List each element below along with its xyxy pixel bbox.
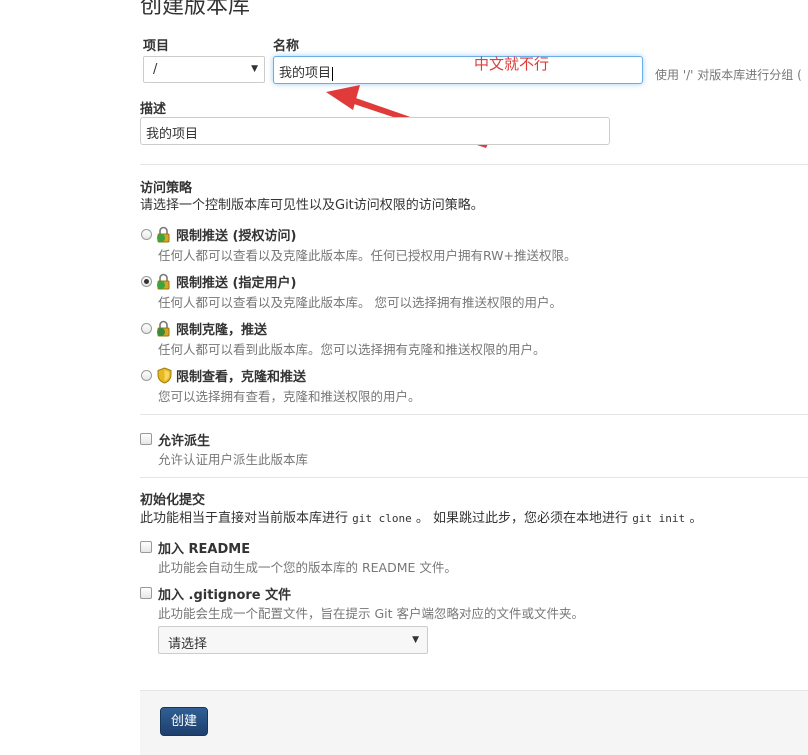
- git-init-code: git init: [632, 512, 686, 525]
- project-label: 项目: [143, 39, 170, 54]
- init-desc-text: 。: [689, 511, 703, 526]
- annotation-text: 中文就不行: [474, 55, 550, 73]
- allow-fork-checkbox[interactable]: [140, 433, 152, 445]
- access-option-title: 限制推送 (指定用户): [176, 276, 297, 291]
- init-desc-text: 。 如果跳过此步，您必须在本地进行: [415, 511, 629, 526]
- allow-fork-title: 允许派生: [158, 434, 211, 449]
- access-option-desc: 您可以选择拥有查看，克隆和推送权限的用户。: [158, 389, 421, 404]
- gitignore-select[interactable]: 请选择 ▼: [158, 626, 428, 654]
- shield-icon: [157, 367, 172, 384]
- project-select[interactable]: / ▼: [143, 56, 265, 83]
- add-gitignore-title: 加入 .gitignore 文件: [158, 588, 292, 603]
- description-input-value: 我的项目: [146, 127, 199, 142]
- divider: [140, 477, 808, 478]
- add-readme-title: 加入 README: [158, 542, 251, 557]
- divider: [140, 414, 808, 415]
- git-clone-code: git clone: [352, 512, 412, 525]
- access-option-title: 限制推送 (授权访问): [176, 229, 297, 244]
- access-option-title: 限制克隆，推送: [176, 323, 268, 338]
- add-readme-desc: 此功能会自动生成一个您的版本库的 README 文件。: [158, 560, 457, 575]
- allow-fork-desc: 允许认证用户派生此版本库: [158, 452, 309, 467]
- name-label: 名称: [273, 39, 300, 54]
- gitignore-select-value: 请选择: [168, 637, 208, 652]
- add-gitignore-desc: 此功能会生成一个配置文件，旨在提示 Git 客户端忽略对应的文件或文件夹。: [158, 606, 585, 621]
- access-radio-named-push[interactable]: [141, 276, 152, 287]
- access-option-title: 限制查看，克隆和推送: [176, 370, 307, 385]
- page-title: 创建版本库: [140, 0, 251, 19]
- project-select-value: /: [153, 62, 158, 77]
- name-input-value: 我的项目: [279, 66, 332, 81]
- caret-down-icon: ▼: [412, 635, 419, 645]
- divider: [140, 164, 808, 165]
- init-title: 初始化提交: [140, 493, 206, 508]
- access-radio-view-clone-push[interactable]: [141, 370, 152, 381]
- access-option-desc: 任何人都可以看到此版本库。您可以选择拥有克隆和推送权限的用户。: [158, 342, 546, 357]
- access-description: 请选择一个控制版本库可见性以及Git访问权限的访问策略。: [140, 198, 484, 213]
- description-label: 描述: [140, 102, 167, 117]
- lock-green-icon: [157, 226, 170, 243]
- access-radio-clone-push[interactable]: [141, 323, 152, 334]
- description-input[interactable]: 我的项目: [140, 117, 610, 145]
- form-footer: [140, 690, 808, 755]
- access-radio-authenticated-push[interactable]: [141, 229, 152, 240]
- lock-blue-icon: [157, 320, 170, 337]
- access-option-desc: 任何人都可以查看以及克隆此版本库。 您可以选择拥有推送权限的用户。: [158, 295, 562, 310]
- text-cursor-icon: [332, 66, 334, 81]
- name-hint: 使用 '/' 对版本库进行分组 (: [655, 68, 802, 82]
- lock-green-icon: [157, 273, 170, 290]
- init-description: 此功能相当于直接对当前版本库进行 git clone 。 如果跳过此步，您必须在…: [140, 507, 702, 526]
- add-gitignore-checkbox[interactable]: [140, 587, 152, 599]
- caret-down-icon: ▼: [251, 64, 258, 74]
- init-desc-text: 此功能相当于直接对当前版本库进行: [140, 511, 349, 526]
- access-option-desc: 任何人都可以查看以及克隆此版本库。任何已授权用户拥有RW+推送权限。: [158, 248, 577, 263]
- add-readme-checkbox[interactable]: [140, 541, 152, 553]
- create-button[interactable]: 创建: [160, 707, 208, 736]
